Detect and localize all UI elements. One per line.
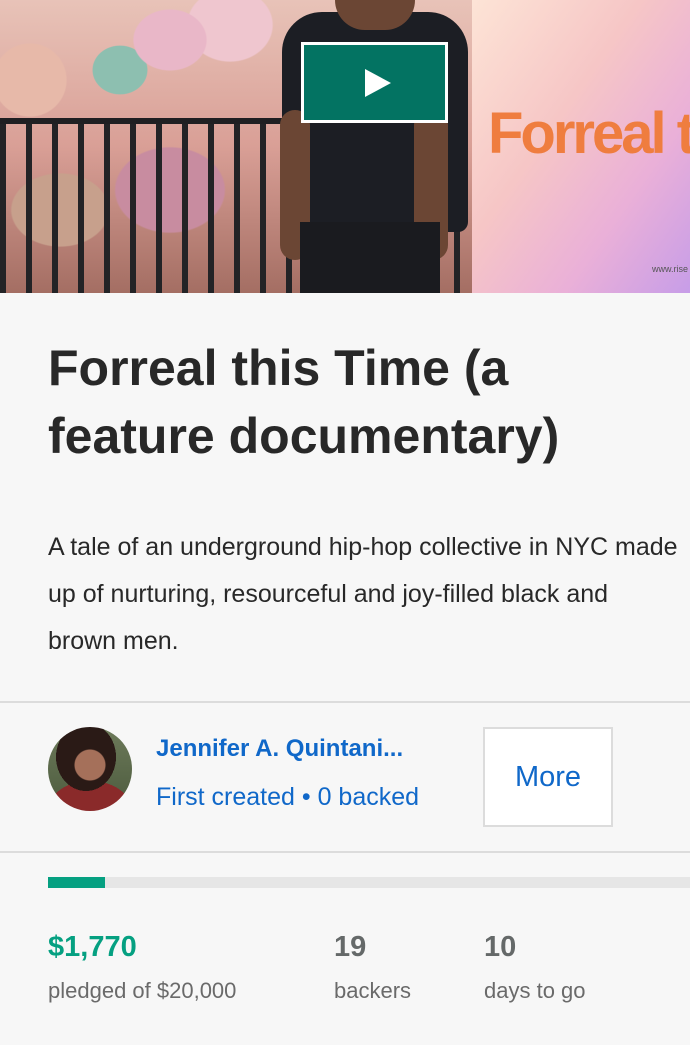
pledged-amount: $1,770 xyxy=(48,931,137,963)
person-image-detail xyxy=(300,222,440,293)
fence-image-detail xyxy=(0,118,300,293)
divider xyxy=(0,851,690,853)
funding-progress-bar xyxy=(48,877,690,888)
backers-label: backers xyxy=(334,978,412,1003)
creator-meta[interactable]: First created • 0 backed xyxy=(156,783,419,812)
days-to-go-count: 10 xyxy=(484,931,517,963)
creator-avatar[interactable] xyxy=(48,727,132,811)
play-video-button[interactable] xyxy=(301,42,448,123)
poster-url: www.rise xyxy=(652,264,689,274)
divider xyxy=(0,701,690,703)
backers-count: 19 xyxy=(334,931,367,963)
creator-name-link[interactable]: Jennifer A. Quintani... xyxy=(156,735,403,763)
funding-progress-fill xyxy=(48,877,105,888)
project-hero-media: Forreal this Tim www.rise xyxy=(0,0,690,293)
more-button[interactable]: More xyxy=(483,727,613,827)
poster-image: Forreal this Tim www.rise xyxy=(472,0,690,293)
project-title: Forreal this Time (a feature documentary… xyxy=(48,340,560,464)
poster-title: Forreal this Tim xyxy=(488,101,690,166)
pledged-label: pledged of $20,000 xyxy=(48,978,237,1003)
days-to-go-label: days to go xyxy=(484,978,586,1003)
play-icon xyxy=(364,68,391,97)
project-blurb: A tale of an underground hip-hop collect… xyxy=(48,533,678,655)
